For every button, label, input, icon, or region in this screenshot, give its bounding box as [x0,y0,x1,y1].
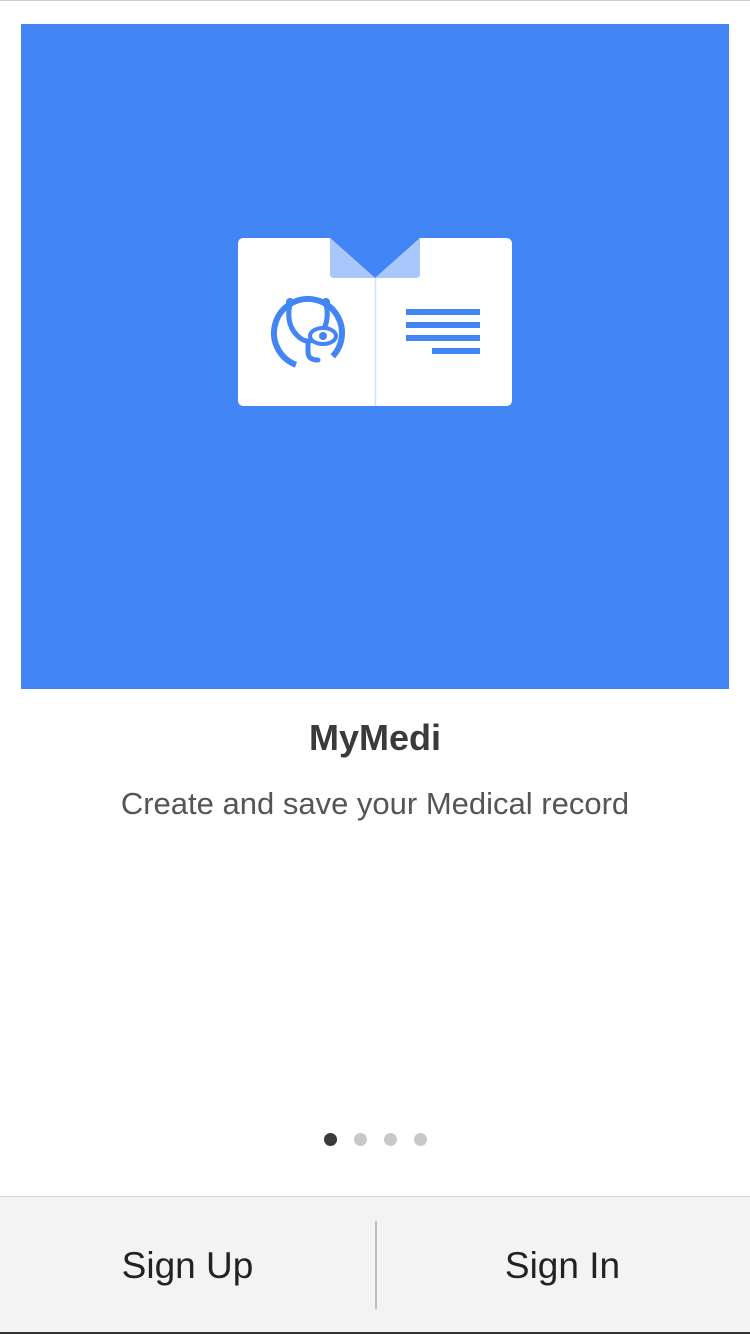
onboarding-screen: MyMedi Create and save your Medical reco… [0,0,750,1334]
sign-in-button[interactable]: Sign In [375,1197,750,1334]
medical-record-book-icon [238,238,512,406]
auth-action-bar: Sign Up Sign In [0,1196,750,1334]
page-dot-1[interactable] [323,1133,337,1146]
sign-up-button[interactable]: Sign Up [0,1197,375,1334]
top-divider [0,0,750,1]
page-dot-3[interactable] [383,1133,397,1146]
page-dot-2[interactable] [353,1133,367,1146]
page-indicator[interactable] [0,1133,750,1147]
button-divider [375,1221,377,1309]
hero-banner [21,24,729,689]
app-tagline: Create and save your Medical record [120,786,630,821]
page-dot-4[interactable] [413,1133,427,1146]
app-title: MyMedi [308,717,441,758]
